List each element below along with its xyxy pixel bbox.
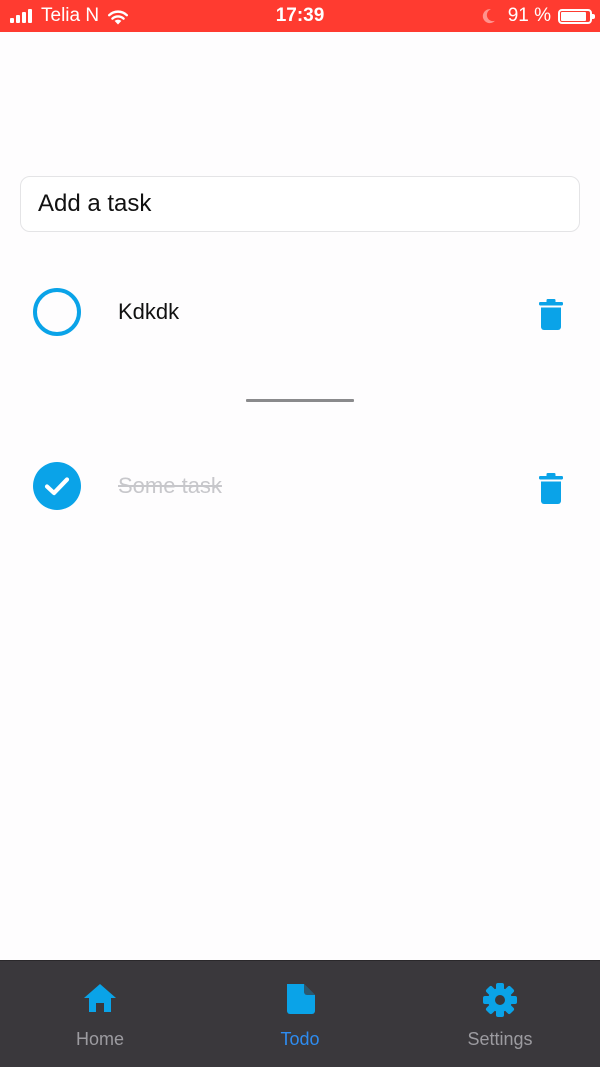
tab-todo-label: Todo [280,1029,320,1049]
tab-settings[interactable]: Settings [400,961,600,1067]
tab-settings-label: Settings [467,1029,533,1049]
task-label-completed: Some task [118,473,222,498]
gear-icon [483,983,517,1017]
tab-bar: Home Todo Settings [0,960,600,1067]
tab-home-label: Home [75,1029,124,1049]
add-task-input[interactable] [20,176,580,232]
task-checkbox-unchecked[interactable] [33,288,81,336]
home-icon [84,984,116,1012]
tab-home[interactable]: Home [0,961,200,1067]
trash-icon[interactable] [539,473,563,504]
section-divider [246,399,354,402]
moon-icon [482,8,496,24]
battery-level [561,11,587,21]
tab-todo[interactable]: Todo [200,961,400,1067]
task-row-some-task: Some task [0,450,600,522]
task-label: Kdkdk [118,299,180,324]
checkmark-icon [44,477,70,496]
document-icon [287,984,315,1014]
trash-icon[interactable] [539,299,563,330]
status-right: 91 % [482,0,595,32]
task-row-kdkdk: Kdkdk [0,276,600,348]
task-checkbox-checked[interactable] [33,462,81,510]
status-bar: Telia N 17:39 91 % [0,0,600,32]
battery-tip [592,13,595,19]
battery-icon [558,8,595,24]
battery-percent: 91 % [507,5,551,26]
